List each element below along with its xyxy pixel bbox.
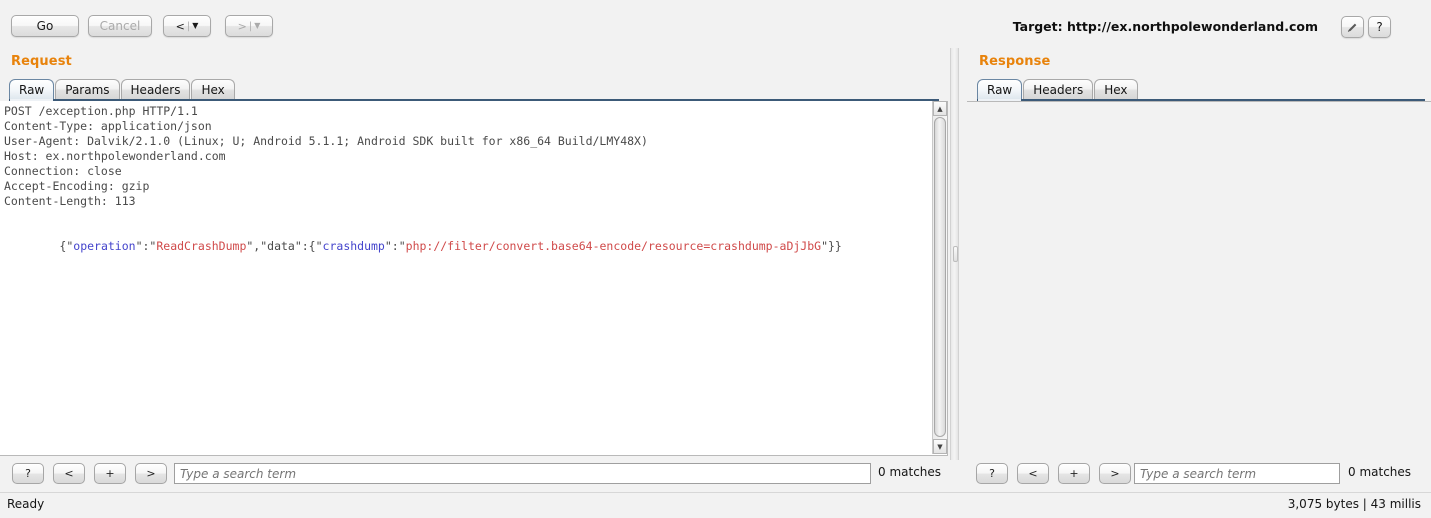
response-match-count: 0 matches xyxy=(1348,465,1412,479)
pencil-icon xyxy=(1347,23,1357,32)
request-tabstrip: Raw Params Headers Hex xyxy=(9,79,236,101)
response-tabstrip: Raw Headers Hex xyxy=(977,79,1139,101)
tab-label: Headers xyxy=(130,82,181,97)
request-vertical-scrollbar[interactable]: ▲ ▼ xyxy=(932,101,947,454)
tab-response-raw[interactable]: Raw xyxy=(977,79,1023,101)
tab-request-raw[interactable]: Raw xyxy=(9,79,55,101)
response-search-add-button[interactable]: + xyxy=(1058,463,1090,484)
scroll-up-arrow[interactable]: ▲ xyxy=(1416,101,1430,102)
button-separator: | xyxy=(186,20,191,32)
chevron-right-icon: > xyxy=(1110,467,1120,480)
request-search-help-button[interactable]: ? xyxy=(12,463,44,484)
tab-request-params[interactable]: Params xyxy=(55,79,120,99)
chevron-down-icon: ▼ xyxy=(192,20,199,30)
cancel-button[interactable]: Cancel xyxy=(88,15,152,37)
tab-label: Headers xyxy=(1033,82,1084,97)
tab-label: Raw xyxy=(987,82,1013,97)
response-search-next-button[interactable]: > xyxy=(1099,463,1131,484)
request-pane-title: Request xyxy=(11,54,72,69)
tab-label: Hex xyxy=(201,82,225,97)
button-separator: | xyxy=(248,20,253,32)
question-mark-icon: ? xyxy=(1376,20,1383,34)
json-sep: ":" xyxy=(384,239,406,253)
target-help-button[interactable]: ? xyxy=(1368,16,1391,38)
splitter-grip[interactable] xyxy=(953,246,958,262)
json-close: "}} xyxy=(821,239,842,253)
request-search-bar: ? < + > 0 matches xyxy=(6,463,946,489)
json-key-operation: operation xyxy=(73,239,136,253)
json-value-crashdump: php://filter/convert.base64-encode/resou… xyxy=(405,239,822,253)
question-mark-icon: ? xyxy=(25,467,31,480)
request-headers-text: POST /exception.php HTTP/1.1 Content-Typ… xyxy=(4,104,648,208)
chevron-left-icon: < xyxy=(1028,467,1038,480)
pane-splitter[interactable] xyxy=(950,48,959,460)
go-button-label: Go xyxy=(36,19,54,33)
previous-request-button[interactable]: < | ▼ xyxy=(163,15,211,37)
go-button[interactable]: Go xyxy=(11,15,79,37)
tab-request-headers[interactable]: Headers xyxy=(120,79,191,99)
request-editor[interactable]: POST /exception.php HTTP/1.1 Content-Typ… xyxy=(0,101,948,456)
tab-response-headers[interactable]: Headers xyxy=(1023,79,1094,99)
json-key-crashdump: crashdump xyxy=(322,239,385,253)
tab-label: Hex xyxy=(1104,82,1128,97)
response-vertical-scrollbar[interactable]: ▲ ▼ xyxy=(1415,101,1430,102)
response-pane-title: Response xyxy=(979,54,1051,69)
chevron-down-icon: ▼ xyxy=(254,20,261,30)
request-search-input[interactable] xyxy=(174,463,871,484)
json-sep: ":" xyxy=(135,239,157,253)
cancel-button-label: Cancel xyxy=(99,19,141,33)
plus-icon: + xyxy=(1069,467,1079,480)
scrollbar-thumb[interactable] xyxy=(934,117,946,437)
top-toolbar: Go Cancel < | ▼ > | ▼ Target: http://ex.… xyxy=(0,0,1431,48)
scroll-up-arrow[interactable]: ▲ xyxy=(933,101,947,116)
response-search-prev-button[interactable]: < xyxy=(1017,463,1049,484)
edit-target-button[interactable] xyxy=(1341,16,1364,38)
request-search-next-button[interactable]: > xyxy=(135,463,167,484)
request-search-add-button[interactable]: + xyxy=(94,463,126,484)
chevron-right-icon: > xyxy=(146,467,156,480)
response-stats: 3,075 bytes | 43 millis xyxy=(1287,497,1421,511)
tab-request-hex[interactable]: Hex xyxy=(191,79,235,99)
tab-label: Raw xyxy=(19,82,45,97)
json-sep: ","data":{" xyxy=(246,239,323,253)
json-value-operation: ReadCrashDump xyxy=(156,239,247,253)
response-search-help-button[interactable]: ? xyxy=(976,463,1008,484)
response-search-bar: ? < + > 0 matches xyxy=(970,463,1431,489)
status-bar: Ready 3,075 bytes | 43 millis xyxy=(0,492,1431,518)
request-body-json: {"operation":"ReadCrashDump","data":{"cr… xyxy=(4,224,842,269)
response-editor[interactable]: HTTP/1.1 200 OK Server: nginx/1.10.2 Dat… xyxy=(967,101,1431,102)
status-message: Ready xyxy=(7,497,45,511)
chevron-right-icon: > xyxy=(237,19,247,33)
target-label: Target: http://ex.northpolewonderland.co… xyxy=(1012,19,1318,34)
tab-response-hex[interactable]: Hex xyxy=(1094,79,1138,99)
repeater-window: Go Cancel < | ▼ > | ▼ Target: http://ex.… xyxy=(0,0,1431,518)
scroll-down-arrow[interactable]: ▼ xyxy=(933,439,947,454)
tab-label: Params xyxy=(65,82,110,97)
chevron-left-icon: < xyxy=(175,19,185,33)
question-mark-icon: ? xyxy=(989,467,995,480)
response-search-input[interactable] xyxy=(1134,463,1340,484)
request-search-prev-button[interactable]: < xyxy=(53,463,85,484)
chevron-left-icon: < xyxy=(64,467,74,480)
plus-icon: + xyxy=(105,467,115,480)
next-request-button[interactable]: > | ▼ xyxy=(225,15,273,37)
request-match-count: 0 matches xyxy=(878,465,942,479)
